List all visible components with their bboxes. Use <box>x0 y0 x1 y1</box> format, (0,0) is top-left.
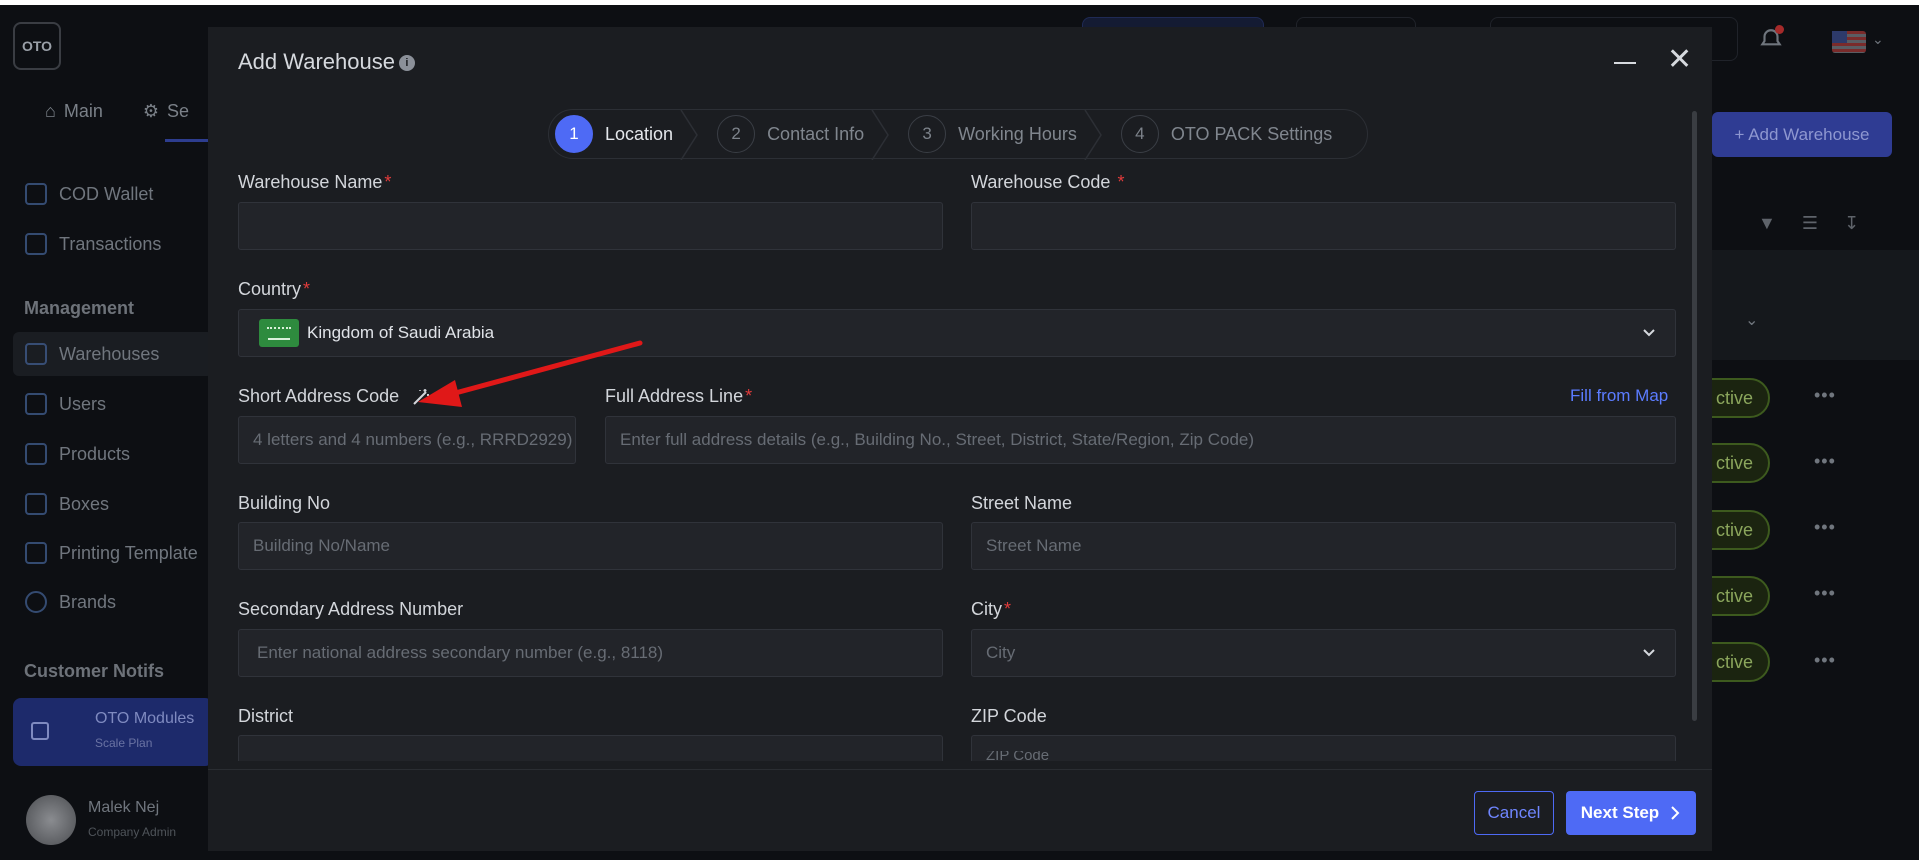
row-menu-icon[interactable]: ••• <box>1814 583 1836 604</box>
district-input[interactable] <box>238 735 943 761</box>
row-menu-icon[interactable]: ••• <box>1814 517 1836 538</box>
chevron-down-icon <box>1643 649 1655 657</box>
short-address-code-label: Short Address Code <box>238 386 430 407</box>
main-nav-tabs: ⌂ Main ⚙ Se <box>45 101 189 122</box>
modal-title: Add Warehouse i <box>238 49 415 75</box>
download-icon[interactable]: ↧ <box>1844 213 1859 234</box>
printer-icon <box>25 542 47 564</box>
gear-icon: ⚙ <box>142 101 160 121</box>
street-name-label: Street Name <box>971 493 1073 513</box>
next-step-button[interactable]: Next Step <box>1566 791 1696 835</box>
saudi-flag-icon <box>259 319 299 347</box>
avatar <box>26 795 76 845</box>
warehouse-icon <box>25 343 47 365</box>
sidebar-item-cod-wallet[interactable]: COD Wallet <box>25 177 153 211</box>
users-icon <box>25 393 47 415</box>
country-label: Country * <box>238 279 311 299</box>
full-address-line-input[interactable]: Enter full address details (e.g., Buildi… <box>605 416 1676 464</box>
secondary-address-number-label: Secondary Address Number <box>238 599 464 619</box>
table-toolbar: ▼ ☰ ↧ <box>1758 213 1859 234</box>
fill-from-map-link[interactable]: Fill from Map <box>1570 386 1668 406</box>
row-menu-icon[interactable]: ••• <box>1814 650 1836 671</box>
info-icon[interactable]: i <box>398 55 415 71</box>
home-icon: ⌂ <box>45 101 56 121</box>
zip-code-label: ZIP Code <box>971 706 1047 726</box>
oto-modules-card[interactable]: OTO Modules Scale Plan <box>13 698 213 766</box>
full-address-line-label: Full Address Line * <box>605 386 753 406</box>
magic-wand-icon[interactable] <box>412 388 430 406</box>
step-separator-icon <box>1084 110 1102 160</box>
city-label: City * <box>971 599 1012 619</box>
brand-icon <box>25 591 47 613</box>
step-contact-info[interactable]: 2 Contact Info <box>699 110 890 160</box>
sidebar-item-users[interactable]: Users <box>25 387 106 421</box>
cancel-button[interactable]: Cancel <box>1474 791 1554 835</box>
building-no-input[interactable]: Building No/Name <box>238 522 943 570</box>
chevron-down-icon[interactable]: ⌄ <box>1745 310 1758 330</box>
tab-main[interactable]: ⌂ Main <box>45 101 103 122</box>
sidebar-item-warehouses[interactable]: Warehouses <box>25 337 159 371</box>
sidebar-item-boxes[interactable]: Boxes <box>25 487 109 521</box>
sidebar-heading-management: Management <box>24 298 135 318</box>
add-warehouse-button[interactable]: + Add Warehouse <box>1712 112 1892 157</box>
chevron-right-icon <box>1671 806 1680 820</box>
table-header <box>1712 250 1919 360</box>
warehouse-code-label: Warehouse Code * <box>971 172 1125 192</box>
minimize-button[interactable] <box>1613 51 1637 75</box>
sidebar-item-brands[interactable]: Brands <box>25 585 116 619</box>
country-select[interactable]: Kingdom of Saudi Arabia <box>238 309 1676 357</box>
secondary-address-number-input[interactable]: Enter national address secondary number … <box>238 629 943 677</box>
warehouse-name-label: Warehouse Name * <box>238 172 392 192</box>
sidebar-heading-customer-notifs: Customer Notifs <box>24 661 165 681</box>
warehouse-code-input[interactable] <box>971 202 1676 250</box>
step-separator-icon <box>871 110 890 160</box>
step-location[interactable]: 1 Location <box>549 110 699 160</box>
step-working-hours[interactable]: 3 Working Hours <box>890 110 1103 160</box>
chevron-down-icon[interactable]: ⌄ <box>1872 31 1884 48</box>
district-label: District <box>238 706 293 726</box>
bell-icon[interactable] <box>1758 25 1784 53</box>
city-select[interactable]: City <box>971 629 1676 677</box>
modal-scrollbar[interactable] <box>1692 111 1697 721</box>
street-name-input[interactable]: Street Name <box>971 522 1676 570</box>
step-oto-pack-settings[interactable]: 4 OTO PACK Settings <box>1103 110 1358 158</box>
us-flag-icon[interactable] <box>1832 31 1866 53</box>
sidebar-item-printing-template[interactable]: Printing Template <box>25 536 198 570</box>
tag-icon <box>25 443 47 465</box>
step-separator-icon <box>680 110 698 160</box>
zip-code-input[interactable]: ZIP Code <box>971 735 1676 761</box>
chevron-down-icon <box>1643 329 1655 337</box>
short-address-code-input[interactable]: 4 letters and 4 numbers (e.g., RRRD2929) <box>238 416 576 464</box>
modules-icon <box>31 722 49 740</box>
step-indicator: 1 Location 2 Contact Info 3 Working Hour… <box>548 109 1368 160</box>
tab-settings[interactable]: ⚙ Se <box>143 101 189 122</box>
columns-icon[interactable]: ☰ <box>1802 213 1818 234</box>
receipt-icon <box>25 233 47 255</box>
notification-dot <box>1775 25 1784 34</box>
box-icon <box>25 493 47 515</box>
warehouse-name-input[interactable] <box>238 202 943 250</box>
wallet-icon <box>25 183 47 205</box>
add-warehouse-modal: Add Warehouse i ✕ 1 Location 2 Contact I… <box>208 27 1712 851</box>
close-button[interactable]: ✕ <box>1667 45 1692 75</box>
row-menu-icon[interactable]: ••• <box>1814 385 1836 406</box>
sidebar-item-products[interactable]: Products <box>25 437 130 471</box>
building-no-label: Building No <box>238 493 331 513</box>
filter-icon[interactable]: ▼ <box>1758 213 1776 234</box>
oto-logo[interactable]: OTO <box>13 22 61 70</box>
row-menu-icon[interactable]: ••• <box>1814 451 1836 472</box>
sidebar-item-transactions[interactable]: Transactions <box>25 227 161 261</box>
